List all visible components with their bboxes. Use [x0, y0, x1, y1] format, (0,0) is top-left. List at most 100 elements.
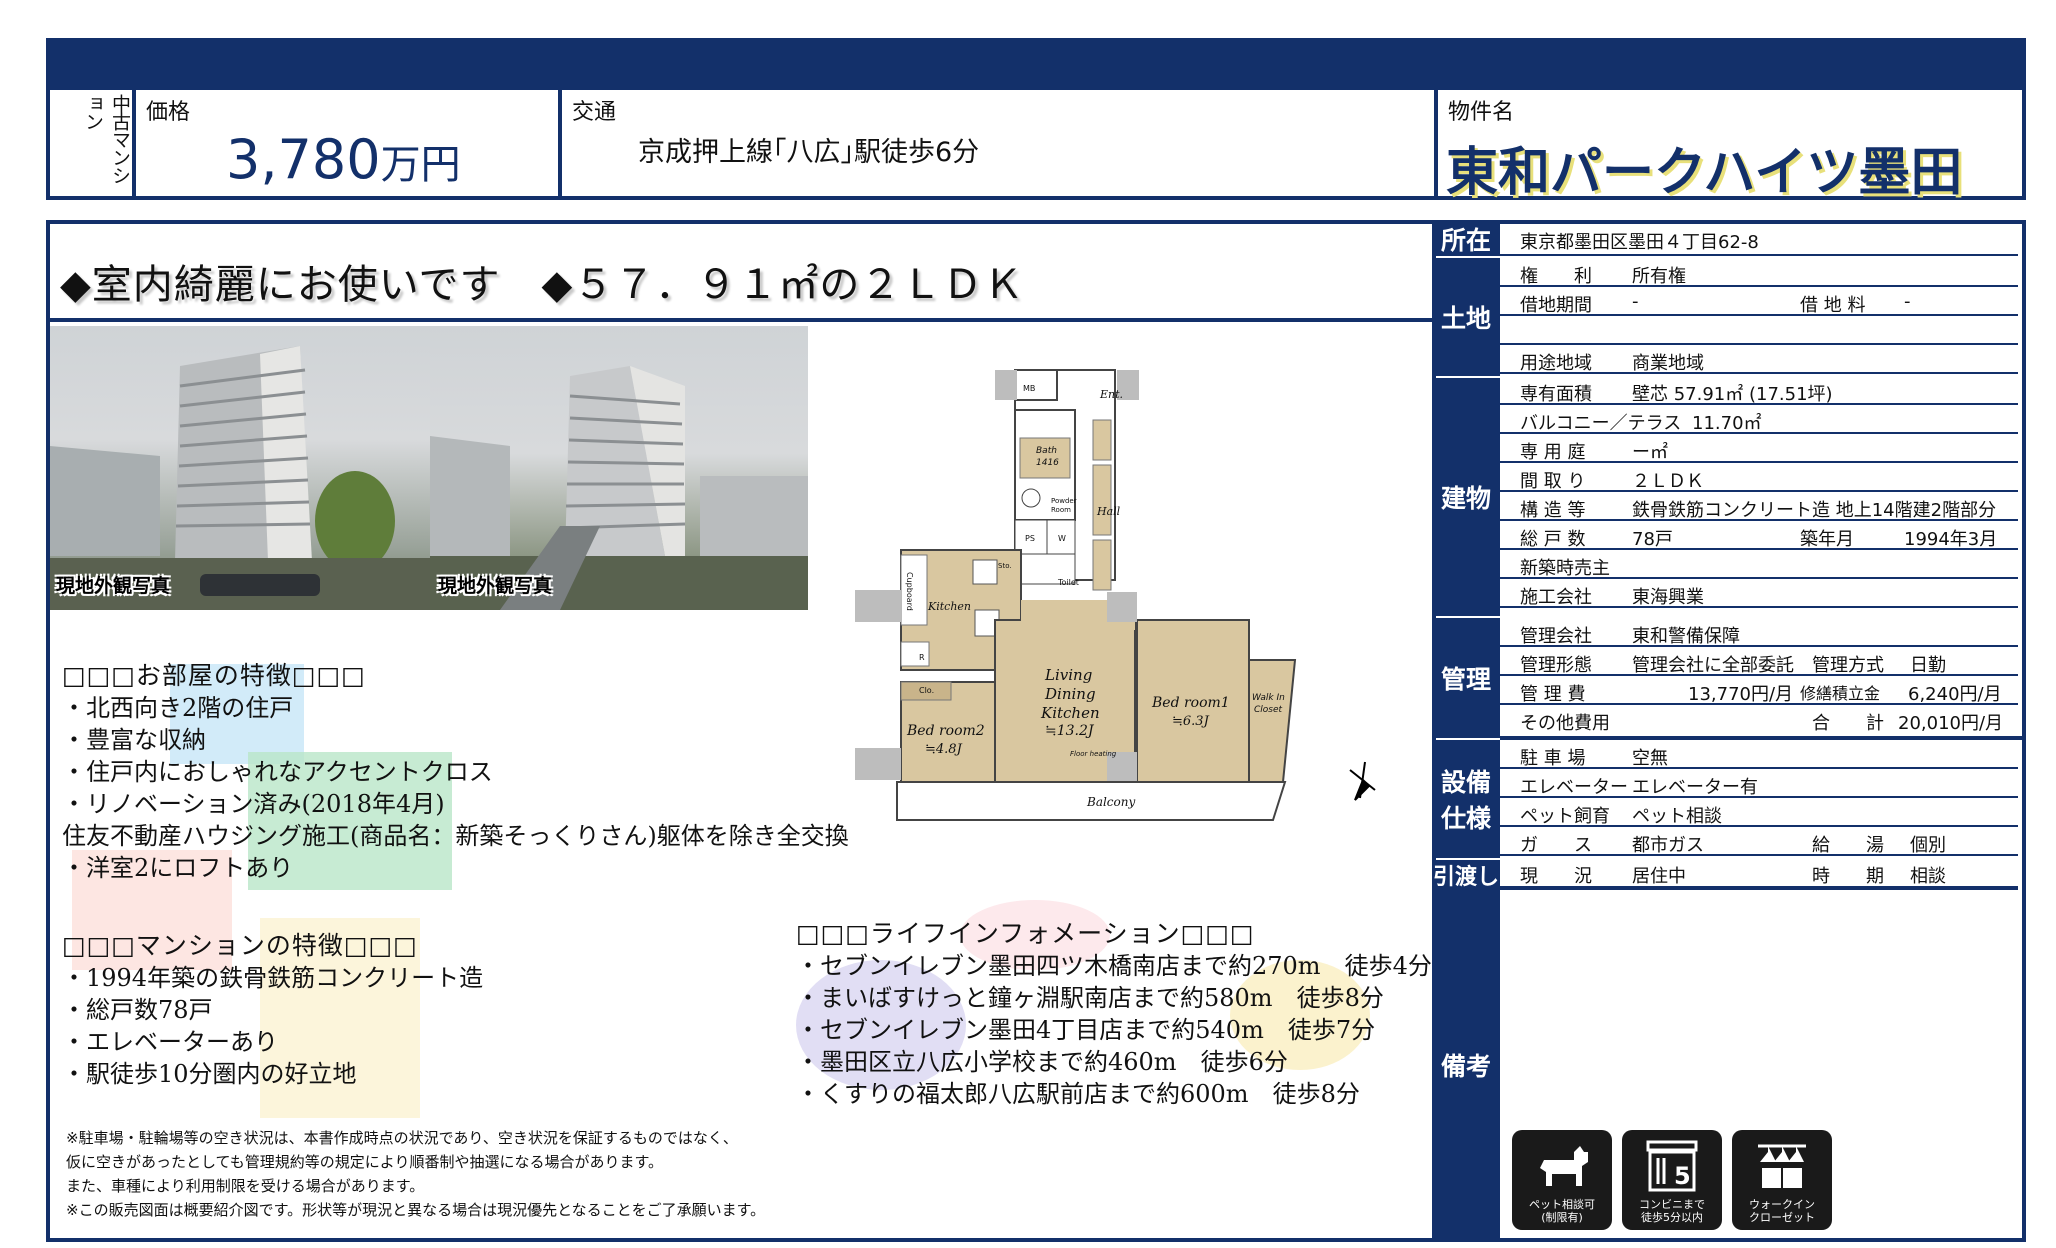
room-wic-1: Walk In [1252, 693, 1285, 703]
category-cell: 中古マンション [46, 86, 136, 200]
room-features-title: □□□お部屋の特徴□□□ [62, 661, 366, 690]
room-feature-item: ・リノベーション済み(2018年4月) [62, 790, 445, 818]
room-floor-heating: Floor heating [1070, 750, 1117, 758]
elevator-value: エレベーター有 [1632, 777, 1758, 798]
floor-plan: MB Ent. Bath 1416 Powder Room Hall Toile… [855, 330, 1395, 830]
top-banner [46, 38, 2026, 86]
builder-label: 施工会社 [1520, 587, 1592, 608]
headline: ◆室内綺麗にお使いです ◆５７．９１㎡の２ＬＤＫ [60, 262, 1025, 308]
room-balcony: Balcony [1087, 795, 1136, 809]
spec-row-pet: ペット飼育 ペット相談 [1500, 798, 2018, 827]
spec-row-mgmt-form: 管理形態 管理会社に全部委託 管理方式 日勤 [1500, 647, 2018, 676]
built-label: 築年月 [1800, 529, 1854, 550]
spec-row-garden: 専 用 庭 ー㎡ [1500, 434, 2018, 463]
zoning-value: 商業地域 [1632, 353, 1704, 374]
room-bath: Bath [1036, 446, 1057, 456]
location-value: 東京都墨田区墨田４丁目62-8 [1520, 232, 1759, 253]
garden-value: ー㎡ [1632, 442, 1668, 463]
spec-label-building: 建物 [1432, 378, 1500, 616]
mansion-feature-item: ・1994年築の鉄骨鉄筋コンクリート造 [62, 964, 484, 992]
total-label: 合 計 [1812, 713, 1884, 734]
hotwater-label: 給 湯 [1812, 835, 1884, 856]
headline-divider [46, 318, 1438, 322]
rights-value: 所有権 [1632, 266, 1686, 287]
spec-row-builder: 施工会社 東海興業 [1500, 579, 2018, 608]
spec-row-mgmt-company: 管理会社 東和警備保障 [1500, 618, 2018, 647]
mansion-feature-item: ・エレベーターあり [62, 1028, 278, 1056]
room-bed2: Bed room2 [907, 723, 985, 739]
property-name-value: 東和パークハイツ墨田 [1446, 143, 1963, 203]
structure-label: 構 造 等 [1520, 500, 1586, 521]
spec-row-other: その他費用 合 計 20,010円/月 [1500, 705, 2018, 734]
mansion-features-title: □□□マンションの特徴□□□ [62, 931, 418, 960]
zoning-label: 用途地域 [1520, 353, 1592, 374]
price-number: 3,780 [226, 128, 381, 191]
lease-fee-label: 借 地 料 [1800, 295, 1866, 316]
spec-label-facility: 設備 仕様 [1432, 740, 1500, 858]
price-label: 価格 [146, 100, 191, 125]
property-name-cell: 物件名 東和パークハイツ墨田 [1434, 86, 2026, 203]
repair-label: 修繕積立金 [1800, 684, 1881, 703]
spec-row-empty [1500, 316, 2018, 345]
spec-label-remarks: 備考 [1432, 1040, 1500, 1090]
room-living-2: Dining [1045, 685, 1096, 703]
room-toilet: Toilet [1058, 578, 1079, 587]
gas-label: ガ ス [1520, 835, 1592, 856]
status-label: 現 況 [1520, 866, 1592, 887]
walk-in-closet-icon [1758, 1144, 1806, 1188]
room-bed2-size: ≒4.8J [925, 742, 962, 757]
spec-row-seller: 新築時売主 [1500, 550, 2018, 579]
cvs-badge-caption-1: コンビニまで [1639, 1198, 1705, 1211]
room-hall: Hall [1097, 505, 1121, 518]
access-value: 京成押上線｢八広｣駅徒歩6分 [638, 137, 980, 168]
access-label: 交通 [572, 100, 617, 125]
room-wic-2: Closet [1254, 705, 1283, 715]
life-info-item: ・まいばすけっと鐘ヶ淵駅南店まで約580m 徒歩8分 [796, 984, 1384, 1012]
other-label: その他費用 [1520, 713, 1610, 734]
room-r: R [919, 653, 925, 662]
property-name-label: 物件名 [1448, 100, 1515, 125]
spec-row-handover: 現 況 居住中 時 期 相談 [1500, 858, 2018, 890]
room-ent: Ent. [1100, 388, 1124, 401]
life-info-item: ・セブンイレブン墨田4丁目店まで約540m 徒歩7分 [796, 1016, 1376, 1044]
mgmt-method-value: 日勤 [1910, 655, 1946, 676]
life-info-item: ・セブンイレブン墨田四ツ木橋南店まで約270m 徒歩4分 [796, 952, 1432, 980]
elevator-label: エレベーター [1520, 777, 1628, 798]
mansion-feature-item: ・総戸数78戸 [62, 996, 213, 1024]
built-value: 1994年3月 [1904, 529, 1998, 550]
disclaimer-line: また、車種により利用制限を受ける場合があります。 [66, 1177, 425, 1195]
price-cell: 価格 3,780万円 [132, 86, 562, 200]
spec-row-area: 専有面積 壁芯 57.91㎡ (17.51坪) [1500, 376, 2018, 405]
spec-label-facility-2: 仕様 [1440, 804, 1491, 833]
spec-row-mgmt-fee: 管 理 費 13,770円/月 修繕積立金 6,240円/月 [1500, 676, 2018, 705]
room-bed1: Bed room1 [1152, 695, 1230, 711]
room-ps: PS [1025, 534, 1035, 543]
status-value: 居住中 [1632, 866, 1686, 887]
units-label: 総 戸 数 [1520, 529, 1586, 550]
garden-label: 専 用 庭 [1520, 442, 1586, 463]
spec-row-gas: ガ ス 都市ガス 給 湯 個別 [1500, 827, 2018, 856]
room-living-1: Living [1045, 666, 1093, 684]
pet-badge-caption-1: ペット相談可 [1529, 1198, 1595, 1211]
access-cell: 交通 京成押上線｢八広｣駅徒歩6分 [558, 86, 1438, 200]
walk-in-closet-badge: ウォークイン クローゼット [1732, 1130, 1832, 1230]
spec-label-handover: 引渡し [1432, 860, 1500, 890]
spec-row-location: 東京都墨田区墨田４丁目62-8 [1500, 224, 2018, 256]
spec-row-layout: 間 取 り ２ＬＤＫ [1500, 463, 2018, 492]
room-clo: Clo. [919, 686, 935, 695]
rights-label: 権 利 [1520, 266, 1592, 287]
lease-period-value: - [1632, 291, 1639, 312]
building-illustration-2 [430, 366, 808, 610]
wic-badge-caption-2: クローゼット [1749, 1211, 1815, 1224]
spec-row-parking: 駐 車 場 空無 [1500, 740, 2018, 769]
room-cupboard: Cupboard [905, 572, 914, 611]
balcony-value: 11.70㎡ [1692, 413, 1762, 434]
layout-label: 間 取 り [1520, 471, 1586, 492]
room-feature-item: ・洋室2にロフトあり [62, 854, 294, 882]
parking-label: 駐 車 場 [1520, 748, 1586, 769]
room-sto: Sto. [998, 562, 1012, 570]
disclaimer-line: ※駐車場・駐輪場等の空き状況は、本書作成時点の状況であり、空き状況を保証するもの… [66, 1129, 738, 1147]
photo-caption-1: 現地外観写真 [56, 575, 171, 597]
convenience-store-badge: 5 コンビニまで 徒歩5分以内 [1622, 1130, 1722, 1230]
spec-row-elevator: エレベーター エレベーター有 [1500, 769, 2018, 798]
